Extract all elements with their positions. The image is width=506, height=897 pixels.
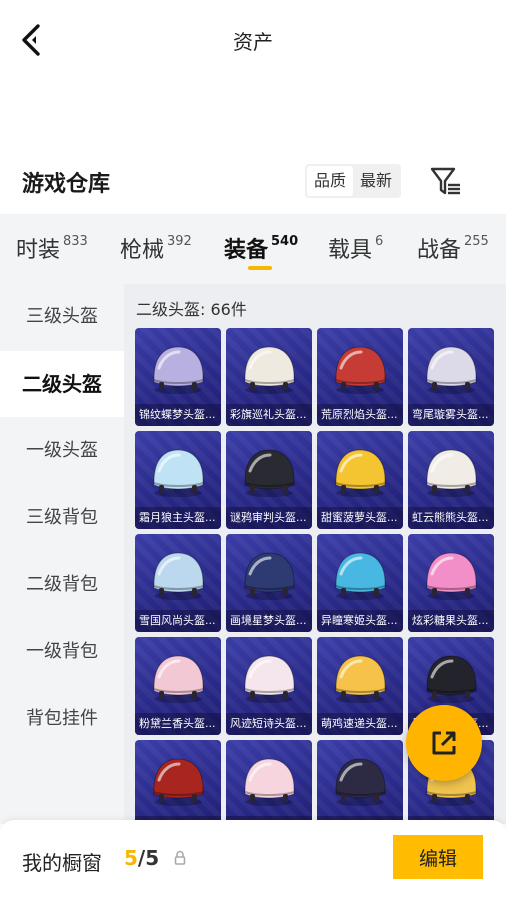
tab-vehicles[interactable]: 载具 6 [328, 232, 383, 264]
tab-count: 833 [63, 234, 88, 249]
tab-count: 255 [464, 234, 489, 249]
item-name: 弯尾璇雾头盔... [408, 404, 494, 426]
sidebar-item-level1-backpack[interactable]: 一级背包 [0, 619, 124, 685]
item-card[interactable]: 荒原烈焰头盔... [317, 328, 403, 426]
top-bar: 资产 [0, 0, 506, 80]
sidebar-item-level3-backpack[interactable]: 三级背包 [0, 485, 124, 551]
item-name: 彩旗巡礼头盔... [226, 404, 312, 426]
item-card[interactable]: 甜蜜菠萝头盔... [317, 431, 403, 529]
helmet-flag-icon [244, 346, 295, 394]
share-button[interactable] [406, 705, 482, 781]
item-card[interactable]: 彩旗巡礼头盔... [226, 328, 312, 426]
sort-by-quality[interactable]: 品质 [307, 166, 354, 196]
share-icon [432, 731, 456, 755]
tab-firearms[interactable]: 枪械 392 [120, 232, 192, 264]
helmet-bear-icon [426, 449, 477, 497]
tab-equipment[interactable]: 装备 540 [224, 232, 298, 264]
sort-toggle: 品质 最新 [305, 164, 402, 198]
sidebar: 三级头盔 二级头盔 一级头盔 三级背包 二级背包 一级背包 背包挂件 [0, 284, 124, 824]
sidebar-item-level2-backpack[interactable]: 二级背包 [0, 552, 124, 618]
edit-button[interactable]: 编辑 [393, 835, 483, 879]
item-name: 风迹短诗头盔... [226, 713, 312, 735]
filter-icon[interactable] [428, 164, 464, 198]
helmet-ice-icon [335, 552, 386, 600]
helmet-bunny-icon [244, 758, 295, 806]
warehouse-header: 游戏仓库 品质 最新 [0, 150, 506, 214]
helmet-crow-icon [244, 449, 295, 497]
showcase-bar: 我的橱窗 5/5 编辑 [0, 820, 506, 897]
helmet-chick-icon [335, 655, 386, 703]
item-card[interactable]: 萌鸡速递头盔... [317, 637, 403, 735]
item-name: 异瞳寒姬头盔... [317, 610, 403, 632]
item-name: 画境星梦头盔... [226, 610, 312, 632]
showcase-current: 5 [124, 846, 138, 870]
item-card[interactable] [226, 740, 312, 824]
item-name: 荒原烈焰头盔... [317, 404, 403, 426]
item-name: 锦纹蝶梦头盔... [135, 404, 221, 426]
helmet-orca-icon [426, 655, 477, 703]
item-card[interactable]: 虹云熊熊头盔... [408, 431, 494, 529]
item-card[interactable] [135, 740, 221, 824]
item-card[interactable]: 画境星梦头盔... [226, 534, 312, 632]
sort-by-latest[interactable]: 最新 [353, 166, 399, 196]
page-title: 资产 [233, 30, 273, 54]
item-card[interactable]: 谜鸦审判头盔... [226, 431, 312, 529]
active-tab-indicator [248, 266, 272, 270]
item-card[interactable]: 炫彩糖果头盔... [408, 534, 494, 632]
helmet-snow-icon [153, 552, 204, 600]
helmet-mist-icon [426, 346, 477, 394]
helmet-candy-icon [426, 552, 477, 600]
lock-icon [174, 850, 186, 866]
helmet-flame-icon [335, 346, 386, 394]
tab-supplies[interactable]: 战备 255 [417, 232, 489, 264]
item-card[interactable]: 雪国风尚头盔... [135, 534, 221, 632]
tab-count: 6 [375, 234, 384, 249]
item-name: 谜鸦审判头盔... [226, 507, 312, 529]
showcase-count: 5/5 [124, 846, 159, 870]
item-card[interactable]: 粉黛兰香头盔... [135, 637, 221, 735]
tab-count: 540 [271, 234, 299, 249]
tab-label: 载具 [328, 238, 373, 263]
item-card[interactable] [317, 740, 403, 824]
tab-label: 枪械 [120, 238, 165, 263]
item-name: 甜蜜菠萝头盔... [317, 507, 403, 529]
item-name: 霜月狼主头盔... [135, 507, 221, 529]
helmet-dark-icon [335, 758, 386, 806]
item-card[interactable]: 锦纹蝶梦头盔... [135, 328, 221, 426]
item-card[interactable]: 异瞳寒姬头盔... [317, 534, 403, 632]
tab-fashion[interactable]: 时装 833 [16, 232, 88, 264]
tab-label: 战备 [417, 238, 462, 263]
sidebar-item-level1-helmet[interactable]: 一级头盔 [0, 418, 124, 484]
helmet-pineapple-icon [335, 449, 386, 497]
helmet-wolf-icon [153, 449, 204, 497]
sidebar-item-backpack-charm[interactable]: 背包挂件 [0, 686, 124, 752]
tab-label: 装备 [224, 238, 269, 263]
helmet-orchid-icon [153, 655, 204, 703]
item-card[interactable]: 风迹短诗头盔... [226, 637, 312, 735]
sidebar-item-level2-helmet[interactable]: 二级头盔 [0, 351, 124, 417]
section-title: 二级头盔: 66件 [136, 300, 247, 319]
item-card[interactable]: 弯尾璇雾头盔... [408, 328, 494, 426]
category-tabs: 时装 833 枪械 392 装备 540 载具 6 战备 255 [0, 214, 506, 284]
item-name: 炫彩糖果头盔... [408, 610, 494, 632]
showcase-label: 我的橱窗 [22, 851, 102, 875]
helmet-red-icon [153, 758, 204, 806]
sidebar-item-level3-helmet[interactable]: 三级头盔 [0, 284, 124, 350]
tab-count: 392 [167, 234, 192, 249]
helmet-starry-icon [244, 552, 295, 600]
item-card[interactable]: 霜月狼主头盔... [135, 431, 221, 529]
tab-label: 时装 [16, 238, 61, 263]
warehouse-title: 游戏仓库 [22, 172, 111, 197]
item-name: 虹云熊熊头盔... [408, 507, 494, 529]
item-name: 雪国风尚头盔... [135, 610, 221, 632]
helmet-butterfly-icon [153, 346, 204, 394]
item-name: 萌鸡速递头盔... [317, 713, 403, 735]
helmet-poem-icon [244, 655, 295, 703]
showcase-total: 5 [145, 846, 160, 870]
item-name: 粉黛兰香头盔... [135, 713, 221, 735]
